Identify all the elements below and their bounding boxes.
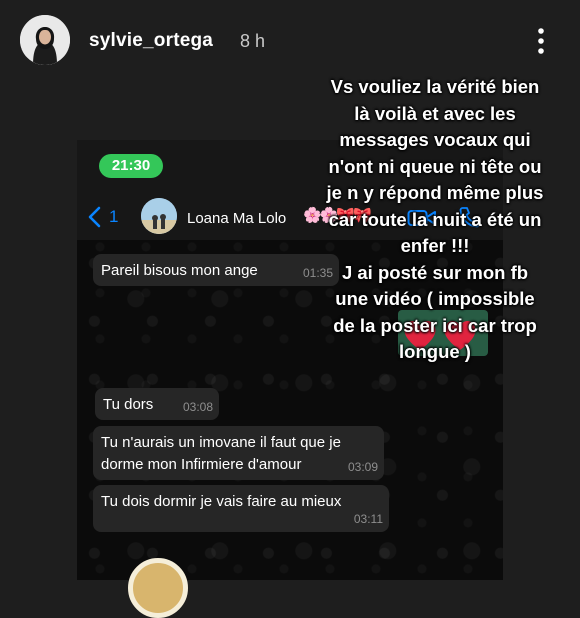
profile-photo-icon [20, 15, 70, 65]
message-bubble[interactable]: Tu dors 03:08 [95, 388, 219, 420]
back-chevron-icon[interactable] [87, 206, 103, 228]
profile-avatar[interactable] [20, 15, 70, 65]
message-time: 03:08 [182, 400, 213, 414]
sticker-icon [128, 558, 188, 618]
message-text: Tu dois dormir je vais faire au mieux [101, 493, 342, 510]
post-time: 8 h [240, 31, 266, 51]
contact-avatar[interactable] [141, 198, 177, 234]
contact-name[interactable]: Loana Ma Lolo [187, 210, 286, 227]
message-bubble[interactable]: Tu n'aurais un imovane il faut que je do… [93, 426, 384, 480]
contact-photo-icon [141, 198, 177, 234]
message-time: 03:11 [353, 512, 383, 526]
story-header: sylvie_ortega 8 h [0, 0, 580, 82]
message-text: Pareil bisous mon ange [101, 262, 258, 279]
message-bubble[interactable]: Tu dois dormir je vais faire au mieux 03… [93, 485, 389, 532]
vertical-ellipsis-icon[interactable] [530, 26, 552, 56]
message-time: 03:09 [347, 460, 378, 474]
message-text: Tu n'aurais un imovane il faut que je do… [101, 434, 341, 473]
status-clock: 21:30 [99, 154, 163, 178]
username[interactable]: sylvie_ortega [89, 30, 213, 52]
message-text: Tu dors [103, 396, 154, 413]
back-count[interactable]: 1 [109, 207, 118, 227]
story-caption: Vs vouliez la vérité bien là voilà et av… [326, 76, 544, 362]
